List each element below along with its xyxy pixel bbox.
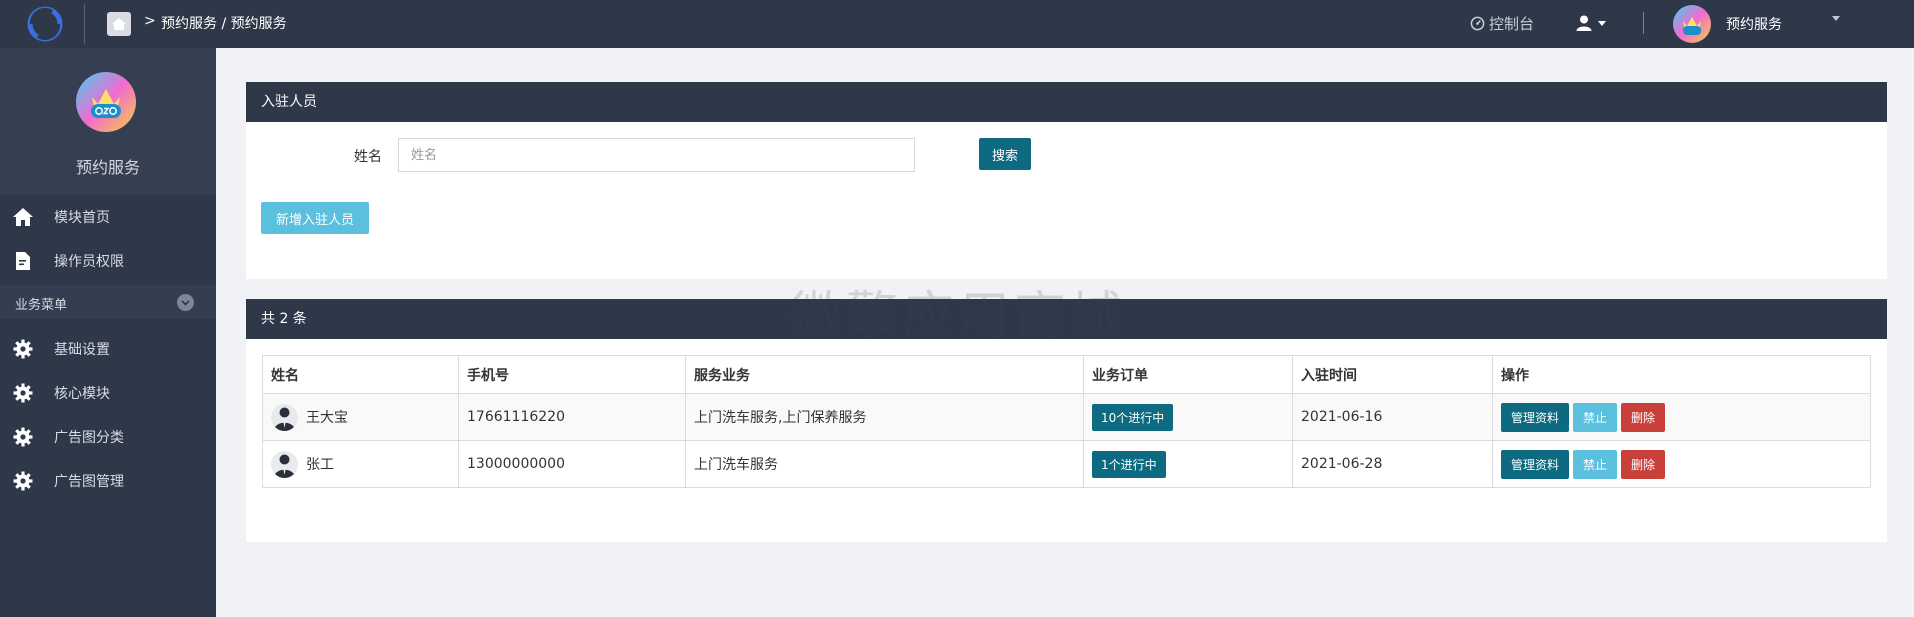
sidebar-item-label: 模块首页 <box>54 210 110 226</box>
column-header-name: 姓名 <box>262 355 459 394</box>
orders-badge[interactable]: 1个进行中 <box>1092 450 1166 478</box>
sidebar-item-core-modules[interactable]: 核心模块 <box>0 371 216 415</box>
sidebar-item-label: 核心模块 <box>54 386 110 402</box>
sidebar-item-home[interactable]: 模块首页 <box>0 195 216 239</box>
manage-profile-button[interactable]: 管理资料 <box>1501 402 1570 432</box>
person-avatar <box>271 450 298 478</box>
sidebar-section-label: 业务菜单 <box>15 298 68 313</box>
column-header-actions: 操作 <box>1492 355 1871 394</box>
cell-orders: 10个进行中 <box>1083 393 1293 441</box>
cell-phone: 13000000000 <box>458 440 686 488</box>
header-divider-2 <box>1643 12 1644 34</box>
search-button[interactable]: 搜索 <box>979 138 1031 170</box>
cell-phone: 17661116220 <box>458 393 686 441</box>
name-filter-label: 姓名 <box>354 149 382 165</box>
sidebar-section-business-menu[interactable]: 业务菜单 <box>0 285 216 319</box>
ban-button[interactable]: 禁止 <box>1573 449 1618 479</box>
home-icon <box>11 205 35 229</box>
sidebar-item-label: 广告图管理 <box>54 474 124 490</box>
cell-orders: 1个进行中 <box>1083 440 1293 488</box>
table-row: 王大宝 17661116220 上门洗车服务,上门保养服务 10个进行中 202… <box>262 393 1871 441</box>
sidebar-item-label: 基础设置 <box>54 342 110 358</box>
column-header-orders: 业务订单 <box>1083 355 1293 394</box>
list-panel: 共 2 条 姓名 手机号 服务业务 业务订单 入驻时间 操作 王大宝 17661… <box>246 299 1887 542</box>
sidebar-brand-title: 预约服务 <box>75 158 140 177</box>
person-avatar <box>271 403 298 431</box>
user-menu-button[interactable] <box>1575 14 1606 32</box>
add-resident-button[interactable]: 新增入驻人员 <box>261 202 369 234</box>
cell-actions: 管理资料 禁止 删除 <box>1492 440 1871 488</box>
cell-name: 王大宝 <box>262 393 459 441</box>
dashboard-icon <box>1470 16 1485 31</box>
user-icon <box>1576 15 1592 31</box>
name-search-input[interactable] <box>398 138 915 172</box>
list-panel-title: 共 2 条 <box>246 299 1887 339</box>
top-bar: > 预约服务 / 预约服务 控制台 预约服务 <box>0 0 1914 48</box>
table-header-row: 姓名 手机号 服务业务 业务订单 入驻时间 操作 <box>262 355 1871 394</box>
sidebar-item-ad-management[interactable]: 广告图管理 <box>0 459 216 503</box>
account-name[interactable]: 预约服务 <box>1726 14 1782 34</box>
chevron-down-icon[interactable] <box>177 294 194 311</box>
gear-icon <box>11 469 35 493</box>
delete-button[interactable]: 删除 <box>1621 449 1666 479</box>
cell-actions: 管理资料 禁止 删除 <box>1492 393 1871 441</box>
manage-profile-button[interactable]: 管理资料 <box>1501 449 1570 479</box>
document-edit-icon <box>11 249 35 273</box>
gear-icon <box>11 337 35 361</box>
sidebar: 预约服务 模块首页 操作员权限 业务菜单 基础设置 核心模块 广告图分类 广告图… <box>0 48 216 617</box>
caret-down-icon <box>1598 20 1606 26</box>
header-divider <box>84 4 85 44</box>
filter-panel-title: 入驻人员 <box>246 82 1887 122</box>
chevron-right-icon: > <box>144 13 156 29</box>
cell-join-date: 2021-06-28 <box>1292 440 1493 488</box>
gear-icon <box>11 381 35 405</box>
filter-panel: 入驻人员 姓名 搜索 新增入驻人员 <box>246 82 1887 279</box>
app-logo[interactable] <box>22 4 68 44</box>
sidebar-item-basic-settings[interactable]: 基础设置 <box>0 327 216 371</box>
resident-name: 张工 <box>306 457 334 473</box>
orders-badge[interactable]: 10个进行中 <box>1092 403 1174 431</box>
residents-table: 姓名 手机号 服务业务 业务订单 入驻时间 操作 王大宝 17661116220… <box>262 355 1871 488</box>
gear-icon <box>11 425 35 449</box>
account-avatar[interactable] <box>1672 4 1712 44</box>
account-caret-icon[interactable] <box>1832 16 1840 21</box>
cell-services: 上门洗车服务,上门保养服务 <box>685 393 1084 441</box>
sidebar-brand: 预约服务 <box>0 48 216 195</box>
sidebar-item-label: 广告图分类 <box>54 430 124 446</box>
table-row: 张工 13000000000 上门洗车服务 1个进行中 2021-06-28 管… <box>262 440 1871 488</box>
breadcrumb[interactable]: 预约服务 / 预约服务 <box>161 13 287 33</box>
console-label: 控制台 <box>1489 15 1535 33</box>
sidebar-item-ad-categories[interactable]: 广告图分类 <box>0 415 216 459</box>
column-header-join-date: 入驻时间 <box>1292 355 1493 394</box>
ban-button[interactable]: 禁止 <box>1573 402 1618 432</box>
resident-name: 王大宝 <box>306 410 348 426</box>
column-header-phone: 手机号 <box>458 355 686 394</box>
sidebar-item-label: 操作员权限 <box>54 254 124 270</box>
column-header-services: 服务业务 <box>685 355 1084 394</box>
delete-button[interactable]: 删除 <box>1621 402 1666 432</box>
sidebar-item-operator-permissions[interactable]: 操作员权限 <box>0 239 216 283</box>
console-link[interactable]: 控制台 <box>1470 13 1534 34</box>
cell-join-date: 2021-06-16 <box>1292 393 1493 441</box>
cell-name: 张工 <box>262 440 459 488</box>
brand-logo <box>75 71 137 133</box>
home-icon[interactable] <box>107 12 131 36</box>
cell-services: 上门洗车服务 <box>685 440 1084 488</box>
